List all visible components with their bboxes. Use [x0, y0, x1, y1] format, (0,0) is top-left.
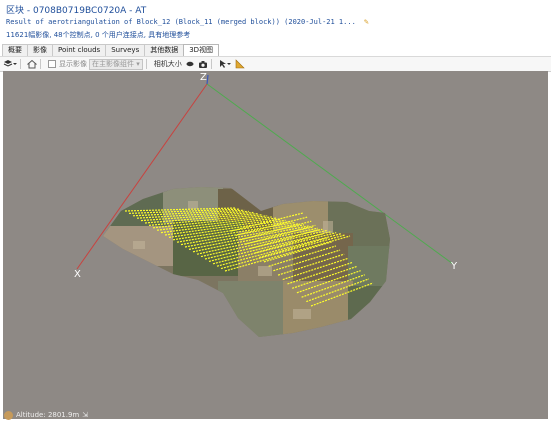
block-description-line: Result of aerotriangulation of Block_12 … — [6, 17, 369, 26]
3d-scene[interactable]: X Y Z — [3, 71, 548, 419]
tab-3d-view[interactable]: 3D视图 — [183, 44, 220, 56]
y-axis-label: Y — [450, 261, 458, 272]
status-bar: Altitude: 2801.9m ⇲ — [3, 409, 88, 421]
x-axis-label: X — [74, 269, 81, 280]
camera-icon[interactable] — [198, 58, 208, 70]
compass-icon[interactable] — [4, 410, 13, 420]
page-title: 区块 - 0708B0719BC0720A - AT — [6, 6, 147, 16]
home-icon[interactable] — [27, 58, 37, 70]
toolbar-divider — [20, 59, 21, 69]
tab-point-clouds[interactable]: Point clouds — [52, 44, 107, 56]
viewer-toolbar: 显示影像 在主影像组件 ▾ 相机大小 — [0, 56, 551, 72]
block-summary: 11621幅影像, 48个控制点, 0 个用户连接点, 具有地理参考 — [6, 31, 191, 39]
3d-viewport[interactable]: X Y Z — [3, 71, 548, 419]
tab-images[interactable]: 影像 — [27, 44, 53, 56]
tab-summary[interactable]: 概要 — [2, 44, 28, 56]
toolbar-divider — [210, 59, 212, 69]
photo-group-select[interactable]: 在主影像组件 ▾ — [89, 58, 143, 70]
z-axis-label: Z — [200, 72, 207, 83]
altitude-readout: Altitude: 2801.9m — [16, 411, 80, 419]
header: 区块 - 0708B0719BC0720A - AT Result of aer… — [0, 0, 551, 44]
tab-surveys[interactable]: Surveys — [105, 44, 146, 56]
z-axis-line — [206, 74, 209, 85]
toolbar-divider — [145, 59, 147, 69]
pencil-icon[interactable]: ✎ — [364, 17, 369, 26]
eye-icon[interactable] — [185, 58, 195, 70]
tab-bar: 概要 影像 Point clouds Surveys 其他数据 3D视图 — [2, 44, 220, 56]
tab-other-data[interactable]: 其他数据 — [144, 44, 185, 56]
block-description: Result of aerotriangulation of Block_12 … — [6, 18, 356, 26]
layers-icon[interactable] — [3, 58, 17, 70]
show-images-checkbox[interactable] — [47, 58, 57, 70]
altitude-mode-icon[interactable]: ⇲ — [82, 411, 88, 419]
toolbar-divider — [40, 59, 41, 69]
show-images-label: 显示影像 — [59, 60, 87, 68]
ruler-icon[interactable] — [235, 58, 245, 70]
pointer-icon[interactable] — [218, 58, 232, 70]
camera-size-label[interactable]: 相机大小 — [154, 59, 182, 69]
